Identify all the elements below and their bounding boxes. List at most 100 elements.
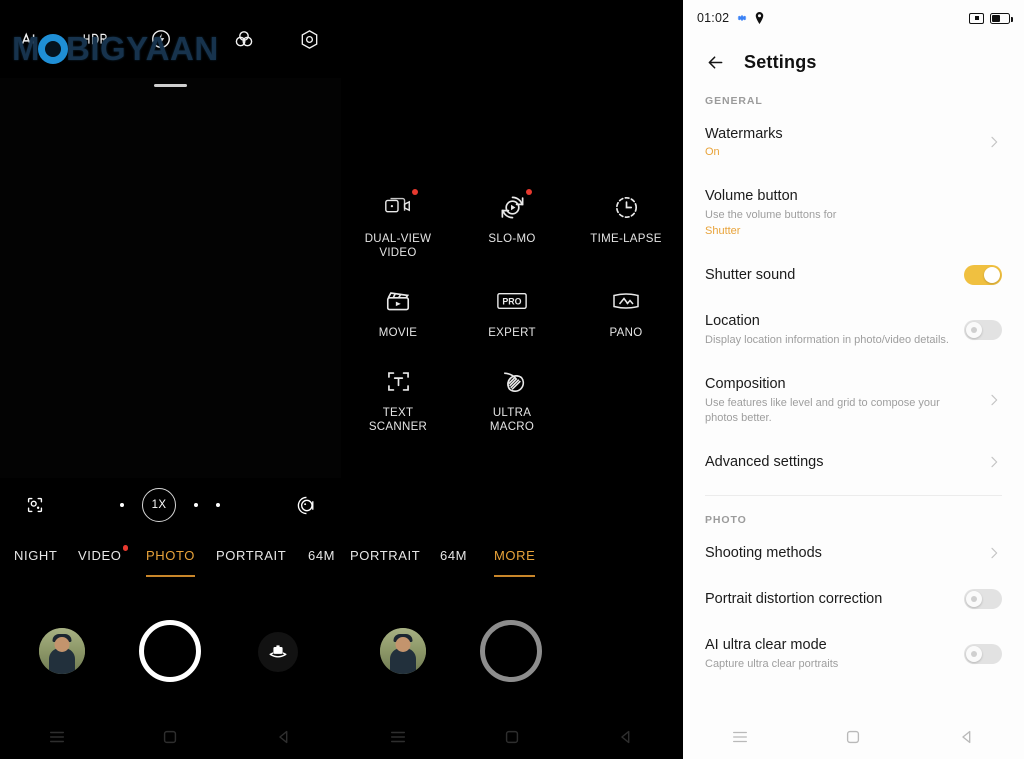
row-value: On bbox=[705, 146, 720, 158]
mode-expert[interactable]: PRO EXPERT bbox=[455, 284, 569, 340]
mode-ultra-macro[interactable]: ULTRA MACRO bbox=[455, 364, 569, 434]
camera-viewfinder[interactable] bbox=[0, 78, 341, 478]
mode-dual-view-video[interactable]: DUAL-VIEW VIDEO bbox=[341, 189, 455, 260]
location-pin-icon bbox=[755, 12, 764, 24]
settings-row-volume-button[interactable]: Volume button Use the volume buttons for… bbox=[683, 173, 1024, 252]
home-icon[interactable] bbox=[161, 728, 179, 746]
mode-slo-mo[interactable]: SLO-MO bbox=[455, 189, 569, 260]
row-subtitle: Use features like level and grid to comp… bbox=[705, 397, 940, 424]
camera-shutter-row-secondary bbox=[341, 614, 683, 690]
tab-video[interactable]: VIDEO bbox=[78, 545, 129, 563]
mode-text-scanner[interactable]: TEXT SCANNER bbox=[341, 364, 455, 434]
color-filter-icon[interactable] bbox=[232, 27, 256, 51]
camera-shutter-row bbox=[0, 614, 341, 690]
mode-label: PANO bbox=[609, 327, 643, 339]
shutter-sound-toggle[interactable] bbox=[964, 265, 1002, 285]
tab-portrait-2[interactable]: PORTRAIT bbox=[350, 548, 420, 563]
slo-mo-icon bbox=[495, 189, 532, 224]
beauty-face-icon[interactable] bbox=[294, 494, 317, 517]
row-value: Shutter bbox=[705, 225, 741, 237]
mode-label: MOVIE bbox=[378, 327, 418, 339]
focus-target-icon[interactable] bbox=[24, 494, 46, 516]
settings-row-advanced-settings[interactable]: Advanced settings bbox=[683, 439, 1024, 485]
active-tab-underline bbox=[494, 575, 536, 577]
mode-time-lapse[interactable]: TIME-LAPSE bbox=[569, 190, 683, 260]
tab-64m-2[interactable]: 64M bbox=[440, 548, 467, 563]
row-title: Watermarks bbox=[705, 126, 783, 142]
row-subtitle: Capture ultra clear portraits bbox=[705, 658, 839, 670]
zoom-step-dot[interactable] bbox=[120, 503, 124, 507]
recents-icon[interactable] bbox=[731, 728, 749, 746]
chevron-right-icon bbox=[986, 134, 1002, 150]
ai-scene-icon[interactable] bbox=[18, 28, 40, 50]
row-title: Advanced settings bbox=[705, 454, 824, 470]
tab-photo[interactable]: PHOTO bbox=[146, 548, 195, 577]
recents-icon[interactable] bbox=[389, 728, 407, 746]
home-icon[interactable] bbox=[844, 728, 862, 746]
settings-row-shutter-sound[interactable]: Shutter sound bbox=[683, 252, 1024, 298]
page-title: Settings bbox=[744, 52, 817, 72]
portrait-distortion-toggle[interactable] bbox=[964, 589, 1002, 609]
row-title: Composition bbox=[705, 376, 786, 392]
panel-grip-handle[interactable] bbox=[154, 84, 187, 87]
ai-ultra-clear-toggle[interactable] bbox=[964, 643, 1002, 664]
tab-more[interactable]: MORE bbox=[494, 548, 536, 577]
mode-label: EXPERT bbox=[488, 327, 536, 339]
battery-icon bbox=[990, 12, 1013, 24]
row-title: Shutter sound bbox=[705, 267, 796, 283]
camera-app-screen: M BIGYAAN DUAL-VIEW VIDEO SLO-MO TIME-LA… bbox=[0, 0, 683, 759]
camera-top-toolbar bbox=[0, 0, 341, 78]
section-header-photo: PHOTO bbox=[705, 514, 747, 526]
gallery-thumbnail[interactable] bbox=[39, 628, 85, 674]
chevron-right-icon bbox=[986, 545, 1002, 561]
gear-icon bbox=[736, 12, 748, 24]
back-arrow-icon[interactable] bbox=[705, 52, 726, 73]
settings-row-shooting-methods[interactable]: Shooting methods bbox=[683, 530, 1024, 576]
chevron-right-icon bbox=[986, 392, 1002, 408]
recents-icon[interactable] bbox=[48, 728, 66, 746]
android-navbar bbox=[0, 715, 341, 759]
settings-row-portrait-distortion-correction[interactable]: Portrait distortion correction bbox=[683, 576, 1024, 622]
mode-label: ULTRA MACRO bbox=[489, 407, 535, 433]
settings-row-watermarks[interactable]: Watermarks On bbox=[683, 111, 1024, 173]
settings-row-composition[interactable]: Composition Use features like level and … bbox=[683, 361, 1024, 439]
mode-label: DUAL-VIEW VIDEO bbox=[364, 233, 432, 259]
zoom-step-dot[interactable] bbox=[216, 503, 220, 507]
new-badge bbox=[412, 189, 418, 195]
android-navbar-settings bbox=[683, 715, 1024, 759]
home-icon[interactable] bbox=[503, 728, 521, 746]
gallery-thumbnail[interactable] bbox=[380, 628, 426, 674]
hdr-icon[interactable] bbox=[82, 28, 108, 50]
flash-icon[interactable] bbox=[150, 28, 172, 50]
time-lapse-icon bbox=[609, 190, 643, 224]
section-header-general: GENERAL bbox=[705, 95, 763, 107]
settings-row-ai-ultra-clear-mode[interactable]: AI ultra clear mode Capture ultra clear … bbox=[683, 622, 1024, 685]
pano-icon bbox=[609, 284, 643, 318]
row-title: Shooting methods bbox=[705, 545, 822, 561]
zoom-level-selected[interactable]: 1X bbox=[142, 488, 176, 522]
shutter-button[interactable] bbox=[139, 620, 201, 682]
tab-64m[interactable]: 64M bbox=[308, 548, 335, 563]
expert-pro-icon: PRO bbox=[495, 284, 529, 318]
tab-portrait[interactable]: PORTRAIT bbox=[216, 548, 286, 563]
mode-label: TIME-LAPSE bbox=[590, 233, 662, 245]
flip-camera-button[interactable] bbox=[258, 632, 298, 672]
camera-settings-icon[interactable] bbox=[298, 28, 321, 51]
zoom-steps: 1X bbox=[46, 488, 294, 522]
row-title: Volume button bbox=[705, 188, 798, 204]
back-icon[interactable] bbox=[617, 728, 635, 746]
zoom-step-dot[interactable] bbox=[194, 503, 198, 507]
svg-text:PRO: PRO bbox=[502, 296, 521, 306]
back-icon[interactable] bbox=[275, 728, 293, 746]
camera-mode-grid: DUAL-VIEW VIDEO SLO-MO TIME-LAPSE MOVIE … bbox=[341, 189, 683, 434]
row-subtitle: Display location information in photo/vi… bbox=[705, 334, 949, 346]
android-navbar-secondary bbox=[341, 715, 683, 759]
back-icon[interactable] bbox=[958, 728, 976, 746]
mode-pano[interactable]: PANO bbox=[569, 284, 683, 340]
location-toggle[interactable] bbox=[964, 319, 1002, 340]
tab-night[interactable]: NIGHT bbox=[14, 548, 57, 563]
settings-row-location[interactable]: Location Display location information in… bbox=[683, 298, 1024, 361]
mode-movie[interactable]: MOVIE bbox=[341, 284, 455, 340]
shutter-button[interactable] bbox=[480, 620, 542, 682]
chevron-right-icon bbox=[986, 454, 1002, 470]
